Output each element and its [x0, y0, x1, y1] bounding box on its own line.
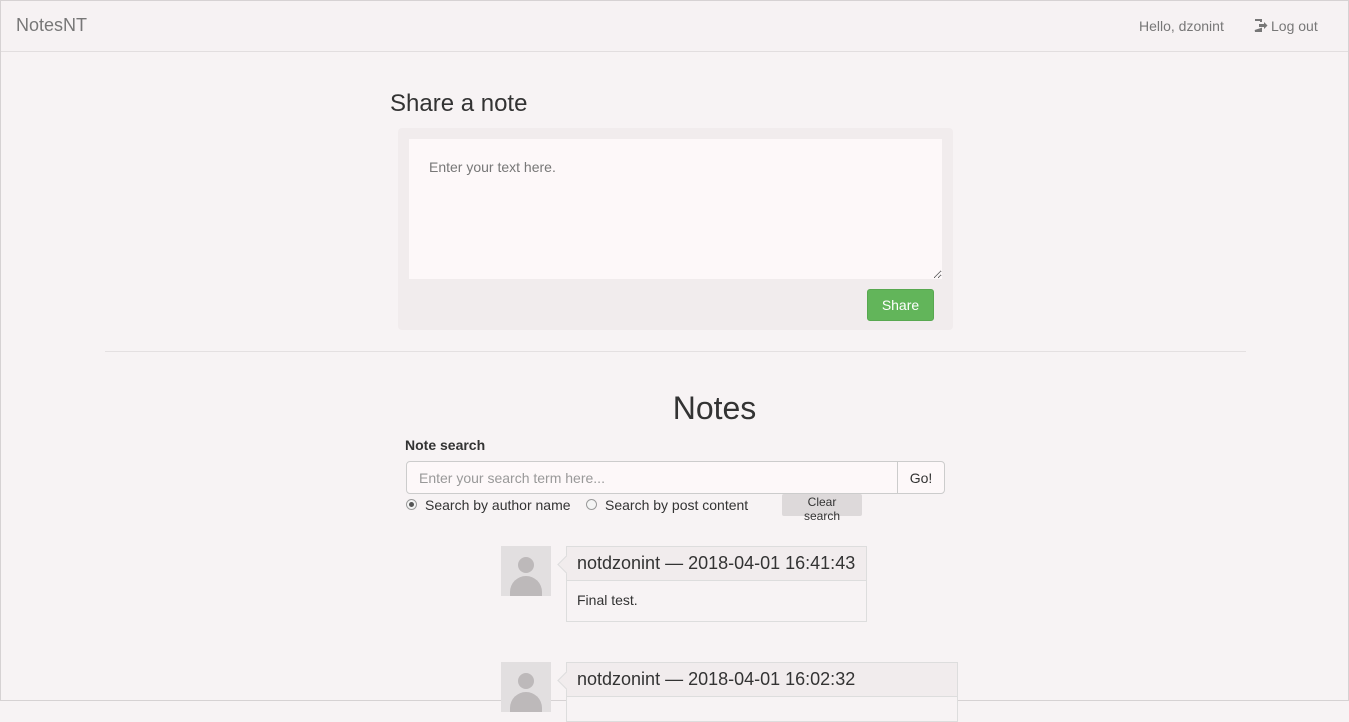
user-placeholder-icon [501, 662, 551, 712]
radio-search-content[interactable] [586, 499, 597, 510]
greeting: Hello, dzonint [1139, 18, 1224, 34]
note-body [567, 697, 957, 719]
radio-search-author-label[interactable]: Search by author name [425, 497, 571, 513]
radio-search-author[interactable] [406, 499, 417, 510]
note-item: notdzonint — 2018-04-01 16:41:43 Final t… [566, 546, 867, 622]
note-header: notdzonint — 2018-04-01 16:02:32 [567, 663, 957, 697]
log-out-icon [1254, 19, 1268, 32]
share-title: Share a note [390, 90, 528, 117]
brand-link[interactable]: NotesNT [16, 15, 87, 36]
search-input[interactable] [406, 461, 898, 494]
go-button[interactable]: Go! [897, 461, 945, 494]
note-header: notdzonint — 2018-04-01 16:41:43 [567, 547, 866, 581]
radio-search-content-label[interactable]: Search by post content [605, 497, 748, 513]
share-button[interactable]: Share [867, 289, 934, 321]
logout-label: Log out [1271, 18, 1318, 34]
user-placeholder-icon [501, 546, 551, 596]
note-textarea[interactable] [409, 139, 942, 279]
logout-link[interactable]: Log out [1254, 18, 1318, 34]
navbar: NotesNT Hello, dzonint Log out [1, 1, 1348, 52]
note-body: Final test. [577, 592, 638, 608]
search-label: Note search [405, 437, 486, 453]
notes-title: Notes [672, 390, 757, 426]
note-item: notdzonint — 2018-04-01 16:02:32 [566, 662, 958, 722]
clear-search-button[interactable]: Clear search [782, 494, 862, 523]
section-divider [105, 351, 1246, 352]
